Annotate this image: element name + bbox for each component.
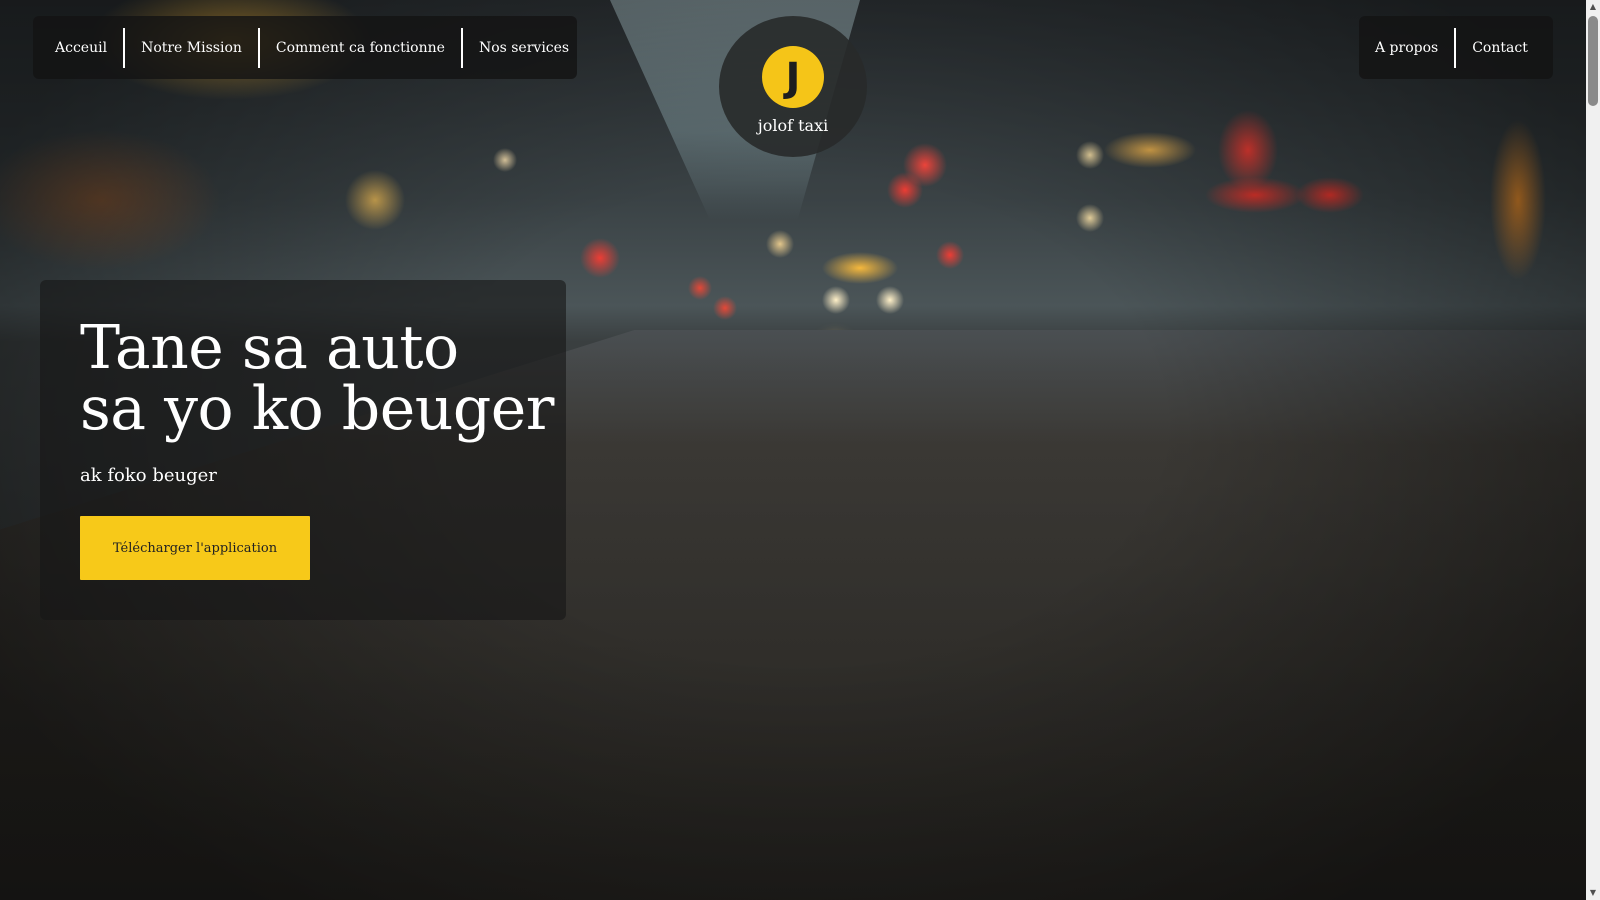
hero-card: Tane sa auto sa yo ko beuger ak foko beu…	[40, 280, 566, 620]
scroll-up-arrow-icon[interactable]: ▲	[1586, 0, 1600, 14]
vertical-scrollbar[interactable]: ▲ ▼	[1586, 0, 1600, 900]
logo-brand-name: jolof taxi	[757, 116, 829, 135]
nav-item-contact[interactable]: Contact	[1456, 28, 1544, 68]
nav-item-comment-ca-fonctionne[interactable]: Comment ca fonctionne	[260, 27, 463, 68]
main-nav-right: A propos Contact	[1359, 16, 1553, 79]
main-nav-left: Acceuil Notre Mission Comment ca fonctio…	[33, 16, 577, 79]
scrollbar-thumb[interactable]	[1588, 16, 1598, 106]
download-app-button[interactable]: Télécharger l'application	[80, 516, 310, 580]
logo-letter: J	[785, 55, 801, 101]
nav-item-notre-mission[interactable]: Notre Mission	[125, 27, 260, 68]
site-logo[interactable]: J jolof taxi	[719, 16, 867, 157]
logo-badge-icon: J	[762, 46, 824, 108]
scroll-down-arrow-icon[interactable]: ▼	[1586, 886, 1600, 900]
nav-item-a-propos[interactable]: A propos	[1359, 27, 1457, 68]
page: Acceuil Notre Mission Comment ca fonctio…	[0, 0, 1600, 900]
nav-item-nos-services[interactable]: Nos services	[463, 28, 585, 68]
nav-item-acceuil[interactable]: Acceuil	[33, 27, 126, 68]
hero-subtitle: ak foko beuger	[80, 465, 217, 486]
hero-title: Tane sa auto sa yo ko beuger	[80, 313, 554, 444]
